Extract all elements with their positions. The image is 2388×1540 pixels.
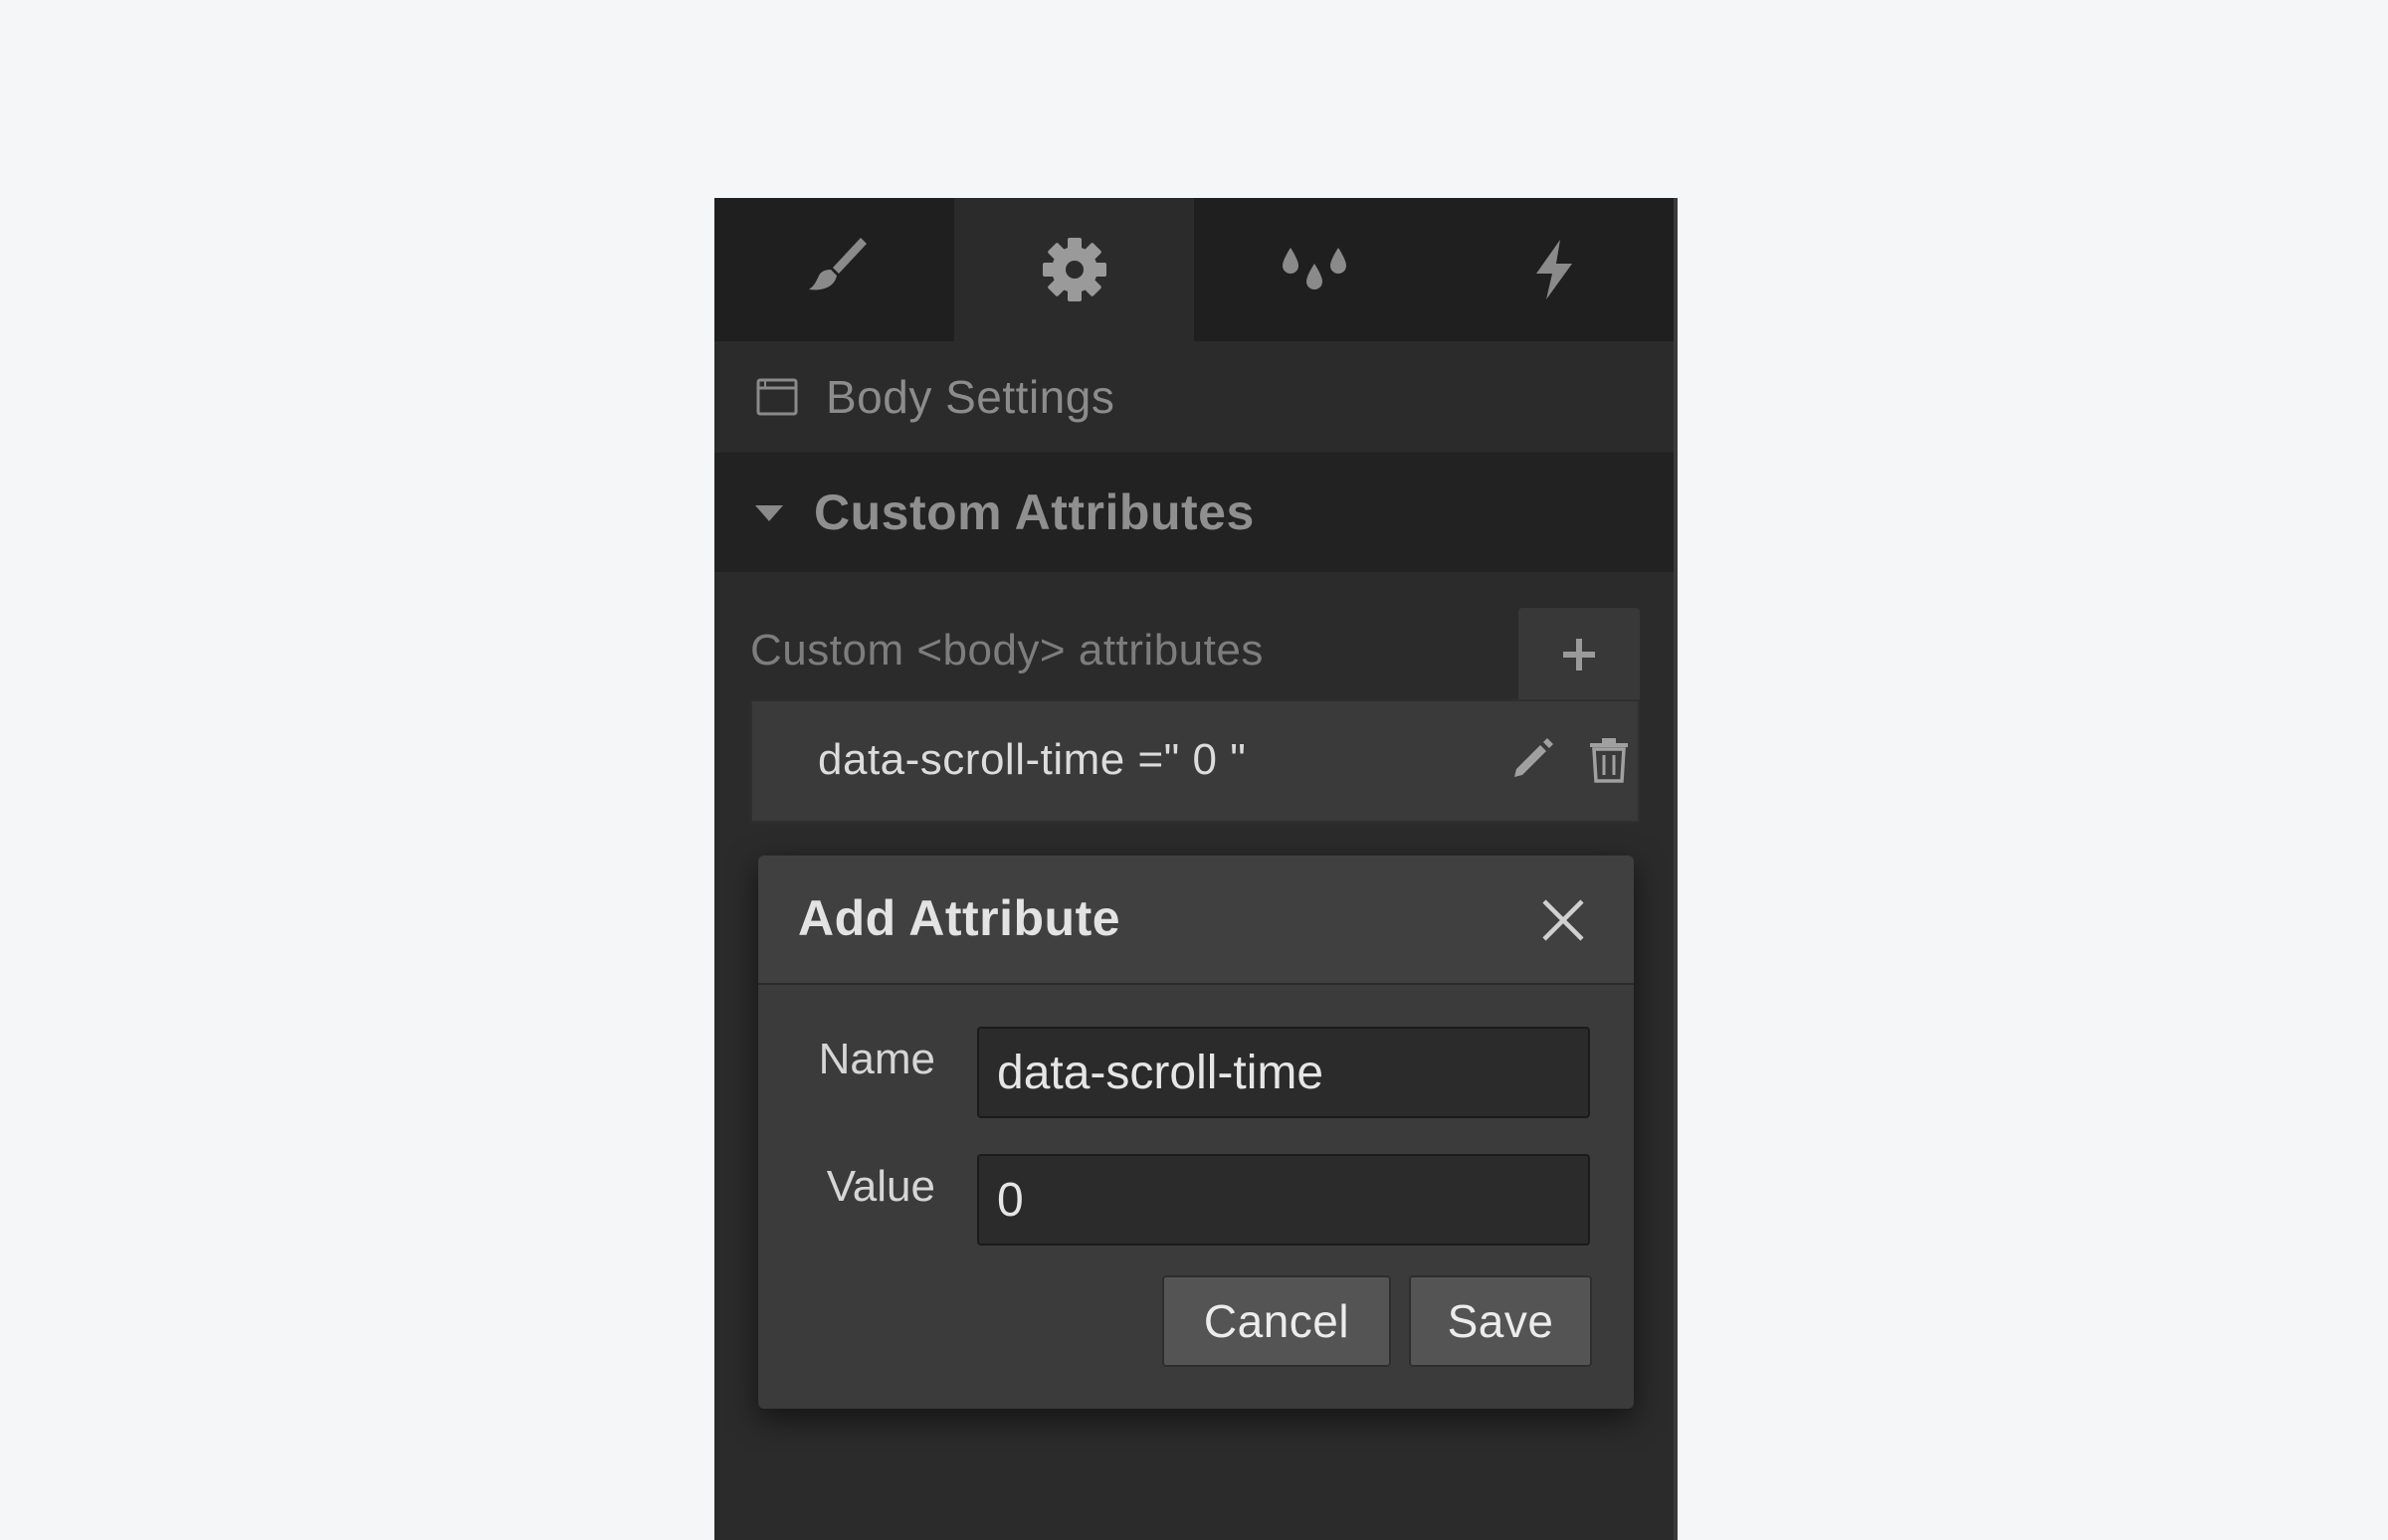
plus-icon bbox=[1563, 639, 1595, 671]
body-settings-title: Body Settings bbox=[826, 371, 1115, 423]
attribute-row[interactable]: data-scroll-time =" 0 " bbox=[750, 699, 1640, 823]
body-settings-header: Body Settings bbox=[714, 341, 1674, 453]
pencil-icon[interactable] bbox=[1508, 733, 1558, 783]
value-label: Value bbox=[826, 1162, 935, 1211]
tab-interactions[interactable] bbox=[1434, 198, 1674, 341]
value-input[interactable] bbox=[977, 1154, 1590, 1246]
add-attribute-button[interactable] bbox=[1518, 608, 1640, 701]
name-input[interactable] bbox=[977, 1027, 1590, 1118]
lightning-icon bbox=[1535, 240, 1572, 299]
section-title: Custom Attributes bbox=[814, 484, 1255, 540]
name-label: Name bbox=[818, 1035, 935, 1083]
drops-icon bbox=[1282, 248, 1346, 289]
close-icon[interactable] bbox=[1540, 897, 1586, 943]
add-attribute-dialog: Add Attribute Name Value Cancel Save bbox=[758, 856, 1634, 1409]
tab-settings[interactable] bbox=[954, 198, 1194, 341]
save-button[interactable]: Save bbox=[1409, 1275, 1592, 1367]
window-icon bbox=[756, 378, 798, 416]
tab-style[interactable] bbox=[714, 198, 954, 341]
dialog-title: Add Attribute bbox=[798, 890, 1121, 946]
tab-style-manager[interactable] bbox=[1194, 198, 1434, 341]
brush-icon bbox=[808, 238, 867, 290]
trash-icon[interactable] bbox=[1586, 735, 1632, 785]
attribute-text: data-scroll-time =" 0 " bbox=[818, 735, 1247, 784]
cancel-button[interactable]: Cancel bbox=[1162, 1275, 1391, 1367]
dialog-header: Add Attribute bbox=[758, 856, 1634, 985]
caret-down-icon bbox=[755, 505, 783, 521]
panel-tab-bar bbox=[714, 198, 1674, 341]
custom-attributes-area: Custom <body> attributes data-scroll-tim… bbox=[714, 572, 1674, 823]
attributes-label: Custom <body> attributes bbox=[750, 626, 1264, 674]
custom-attributes-section-toggle[interactable]: Custom Attributes bbox=[714, 453, 1674, 572]
gear-icon bbox=[1042, 238, 1106, 301]
